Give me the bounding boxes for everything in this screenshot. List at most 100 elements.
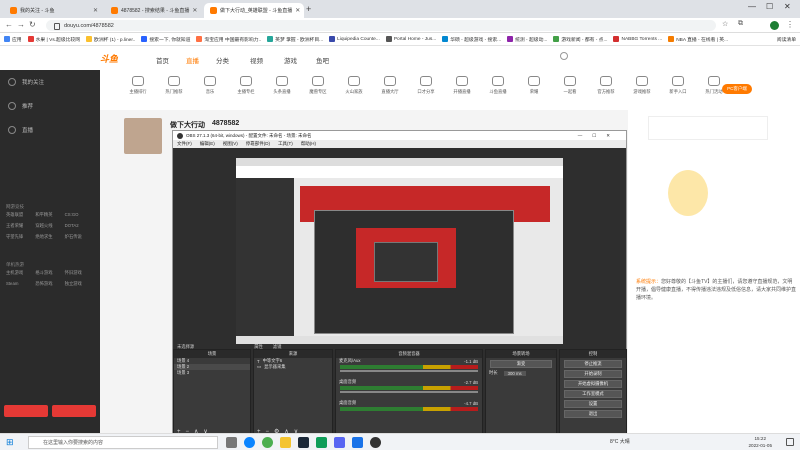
bookmark-item[interactable]: 游戏新闻 - 都有 - 点...: [553, 36, 607, 43]
browser-tab-active[interactable]: 做下大行动_英雄联盟 - 斗鱼直播 ✕: [204, 3, 304, 18]
weather-widget[interactable]: 8°C 大晴: [610, 438, 630, 445]
notification-icon[interactable]: [786, 438, 794, 446]
back-icon[interactable]: ←: [5, 20, 13, 29]
chrome-icon[interactable]: [262, 437, 273, 448]
bookmark-item[interactable]: NABBG Torrents ...: [613, 36, 662, 42]
rank-tabs[interactable]: [648, 116, 768, 140]
task-view-icon[interactable]: [226, 437, 237, 448]
sidebar-item-follow[interactable]: 我的关注: [0, 70, 100, 94]
sidebar-category[interactable]: 绝地求生: [35, 234, 64, 240]
reading-list[interactable]: 阅读清单: [777, 36, 796, 43]
menu-help[interactable]: 帮助(H): [301, 141, 316, 147]
close-tab-icon[interactable]: ✕: [295, 7, 300, 14]
sidebar-category[interactable]: 守望先锋: [6, 234, 35, 240]
close-window-icon[interactable]: ✕: [784, 2, 791, 11]
nav-live[interactable]: 直播: [186, 55, 199, 65]
menu-edit[interactable]: 编辑(E): [200, 141, 215, 147]
sidebar-category[interactable]: 王者荣耀: [6, 223, 35, 229]
pc-client-button[interactable]: PC客户端: [722, 84, 752, 94]
url-input[interactable]: douyu.com/4878582: [46, 20, 716, 31]
virtual-camera-button[interactable]: 开始虚拟摄像机: [564, 380, 622, 388]
menu-file[interactable]: 文件(F): [177, 141, 192, 147]
bookmark-item[interactable]: 淘宝应用 中国最有影响力..: [196, 36, 261, 43]
nav-home[interactable]: 首页: [156, 55, 169, 65]
duration-input[interactable]: 300 ms: [503, 370, 526, 376]
sidebar-action-button[interactable]: [52, 405, 96, 417]
start-recording-button[interactable]: 开始录制: [564, 370, 622, 378]
bookmark-item[interactable]: 统测 - 超级动...: [507, 36, 547, 43]
discord-icon[interactable]: [334, 437, 345, 448]
sidebar-category[interactable]: CS:GO: [65, 212, 94, 218]
category-item[interactable]: 主播排行: [120, 76, 156, 95]
bookmark-item[interactable]: NBA 直播 - 在线看 | 英...: [668, 36, 728, 43]
category-item[interactable]: 魔兽专区: [300, 76, 336, 95]
bookmark-item[interactable]: 华硕 - 超级游戏 - 搜索...: [442, 36, 501, 43]
menu-docks[interactable]: 停靠部件(D): [246, 141, 270, 147]
bookmark-item[interactable]: 英梦 掌握 - 欧洲杯目...: [267, 36, 323, 43]
category-item[interactable]: 火山家族: [336, 76, 372, 95]
forward-icon[interactable]: →: [17, 20, 25, 29]
browser-tab[interactable]: 4878582 - 搜索结果 - 斗鱼直播 ✕: [105, 3, 203, 18]
sidebar-item-recommend[interactable]: 推荐: [0, 94, 100, 118]
category-item[interactable]: 一起看: [552, 76, 588, 95]
obs-taskbar-icon[interactable]: [370, 437, 381, 448]
category-item[interactable]: 游戏推荐: [624, 76, 660, 95]
douyu-logo[interactable]: 斗鱼: [100, 52, 118, 65]
category-item[interactable]: 新手入口: [660, 76, 696, 95]
sidebar-category[interactable]: 怀旧游戏: [65, 270, 94, 276]
sidebar-category[interactable]: 英雄联盟: [6, 212, 35, 218]
obs-preview[interactable]: [236, 158, 563, 344]
bookmark-item[interactable]: 搜索一下, 你就知道: [141, 36, 190, 43]
menu-icon[interactable]: ⋮: [786, 20, 794, 29]
menu-tools[interactable]: 工具(T): [278, 141, 293, 147]
category-item[interactable]: 荣耀: [516, 76, 552, 95]
sidebar-action-button[interactable]: [4, 405, 48, 417]
bookmark-item[interactable]: 应用: [4, 36, 22, 43]
menu-view[interactable]: 视图(V): [223, 141, 238, 147]
app-icon[interactable]: [316, 437, 327, 448]
nav-yuba[interactable]: 鱼吧: [316, 55, 329, 65]
scene-item[interactable]: 场景 3: [174, 370, 250, 376]
edge-icon[interactable]: [244, 437, 255, 448]
nav-category[interactable]: 分类: [216, 55, 229, 65]
taskbar-search-input[interactable]: 在这里输入你要搜索的内容: [28, 436, 218, 449]
sidebar-category[interactable]: 独立游戏: [65, 281, 94, 287]
transition-select[interactable]: 渐变: [490, 360, 552, 368]
maximize-icon[interactable]: ☐: [766, 2, 773, 11]
app-icon[interactable]: [352, 437, 363, 448]
bookmark-item[interactable]: 欧洲杯 (1) - p.liner..: [86, 36, 135, 43]
sidebar-category[interactable]: Steam: [6, 281, 35, 287]
category-item[interactable]: 头条直播: [264, 76, 300, 95]
search-icon[interactable]: [560, 52, 568, 60]
profile-avatar[interactable]: [770, 21, 779, 30]
bookmark-item[interactable]: 水果 | Vs.超级比较网: [27, 36, 80, 43]
stop-streaming-button[interactable]: 停止推流: [564, 360, 622, 368]
category-item[interactable]: 开播直播: [444, 76, 480, 95]
nav-video[interactable]: 视频: [250, 55, 263, 65]
extensions-icon[interactable]: ⧉: [738, 20, 743, 28]
source-item[interactable]: ▭ 显示器采集: [254, 364, 332, 370]
new-tab-button[interactable]: +: [306, 4, 311, 14]
sidebar-category[interactable]: 主机游戏: [6, 270, 35, 276]
sidebar-category[interactable]: 和平精英: [35, 212, 64, 218]
close-tab-icon[interactable]: ✕: [93, 7, 98, 14]
exit-button[interactable]: 退出: [564, 410, 622, 418]
sidebar-item-live[interactable]: 直播: [0, 118, 100, 142]
sidebar-category[interactable]: 穿越火线: [35, 223, 64, 229]
streamer-avatar[interactable]: [124, 118, 162, 154]
close-tab-icon[interactable]: ✕: [192, 7, 197, 14]
obs-window-controls[interactable]: —☐✕: [578, 133, 620, 139]
category-item[interactable]: 直播大厅: [372, 76, 408, 95]
sidebar-category[interactable]: DOTA2: [65, 223, 94, 229]
sidebar-category[interactable]: 炉石传说: [65, 234, 94, 240]
steam-icon[interactable]: [298, 437, 309, 448]
sidebar-category[interactable]: 格斗游戏: [35, 270, 64, 276]
volume-slider[interactable]: [340, 391, 478, 393]
category-item[interactable]: 音乐: [192, 76, 228, 95]
system-clock[interactable]: 15:22 2022-01-05: [749, 435, 773, 449]
browser-tab[interactable]: 我的关注 - 斗鱼 ✕: [4, 3, 104, 18]
bookmark-item[interactable]: Liquipedia Counte...: [329, 36, 380, 42]
bookmark-item[interactable]: Portal Home - Jus...: [385, 36, 436, 42]
star-icon[interactable]: ☆: [722, 20, 728, 28]
minimize-icon[interactable]: —: [748, 2, 756, 11]
